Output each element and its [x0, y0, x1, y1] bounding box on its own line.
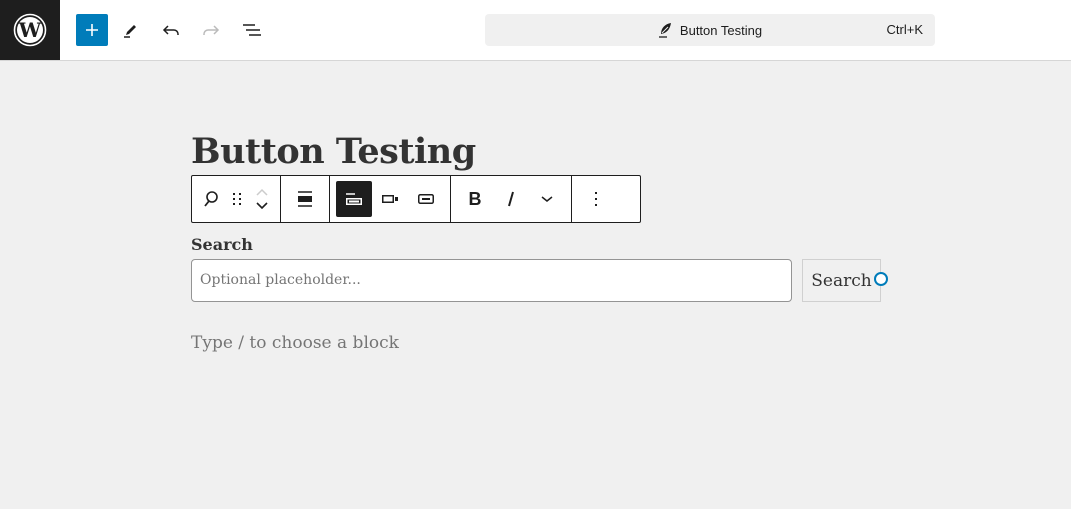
- plus-icon: [86, 24, 98, 36]
- chevron-down-icon: [256, 202, 268, 210]
- button-only-icon: [418, 194, 434, 204]
- toolbar-group-options: [572, 176, 620, 222]
- toolbar-group-button-position: [330, 176, 451, 222]
- search-block-label[interactable]: Search: [191, 235, 253, 254]
- drag-handle[interactable]: [224, 181, 250, 217]
- command-bar-shortcut: Ctrl+K: [886, 22, 923, 37]
- align-wide-icon: [298, 191, 312, 207]
- tools-button[interactable]: [115, 14, 147, 46]
- search-icon: [204, 191, 218, 207]
- block-type-button[interactable]: [198, 181, 224, 217]
- svg-text:W: W: [18, 18, 42, 42]
- command-bar-title: Button Testing: [679, 22, 763, 38]
- italic-button[interactable]: [493, 181, 529, 217]
- align-button[interactable]: [287, 181, 323, 217]
- editor-header: W Button Testing Ctrl+K: [0, 0, 1071, 61]
- default-block-appender[interactable]: Type / to choose a block: [191, 333, 399, 353]
- chevron-up-icon: [256, 188, 268, 196]
- wordpress-logo-icon: W: [13, 13, 47, 47]
- search-input[interactable]: Optional placeholder...: [191, 259, 792, 302]
- wordpress-logo-button[interactable]: W: [0, 0, 60, 60]
- button-inside-icon: [382, 195, 398, 203]
- undo-button[interactable]: [155, 14, 187, 46]
- command-palette-bar[interactable]: Button Testing Ctrl+K: [485, 14, 935, 46]
- post-icon: [658, 23, 671, 38]
- bold-icon: B: [469, 190, 482, 208]
- move-up-button[interactable]: [255, 185, 269, 199]
- pencil-icon: [124, 25, 136, 38]
- button-outside-toggle[interactable]: [336, 181, 372, 217]
- toolbar-group-format: B: [451, 176, 572, 222]
- block-options-button[interactable]: [578, 181, 614, 217]
- post-title[interactable]: Button Testing: [191, 131, 476, 172]
- svg-text:B: B: [469, 190, 482, 208]
- more-vertical-icon: [595, 192, 597, 206]
- italic-icon: [508, 191, 514, 207]
- button-outside-icon: [346, 193, 362, 205]
- list-view-icon: [243, 24, 261, 36]
- resize-handle[interactable]: [874, 272, 888, 286]
- no-button-toggle[interactable]: [408, 181, 444, 217]
- more-rich-text-button[interactable]: [529, 181, 565, 217]
- toolbar-group-block: [192, 176, 281, 222]
- chevron-down-icon: [541, 196, 553, 202]
- document-overview-button[interactable]: [236, 14, 268, 46]
- redo-button[interactable]: [195, 14, 227, 46]
- block-movers: [250, 181, 274, 217]
- toolbar-group-align: [281, 176, 330, 222]
- search-button[interactable]: Search: [802, 259, 881, 302]
- drag-handle-icon: [233, 193, 241, 205]
- add-block-button[interactable]: [76, 14, 108, 46]
- undo-icon: [162, 25, 179, 35]
- bold-button[interactable]: B: [457, 181, 493, 217]
- move-down-button[interactable]: [255, 199, 269, 213]
- button-inside-toggle[interactable]: [372, 181, 408, 217]
- block-toolbar: B: [191, 175, 641, 223]
- redo-icon: [203, 25, 220, 35]
